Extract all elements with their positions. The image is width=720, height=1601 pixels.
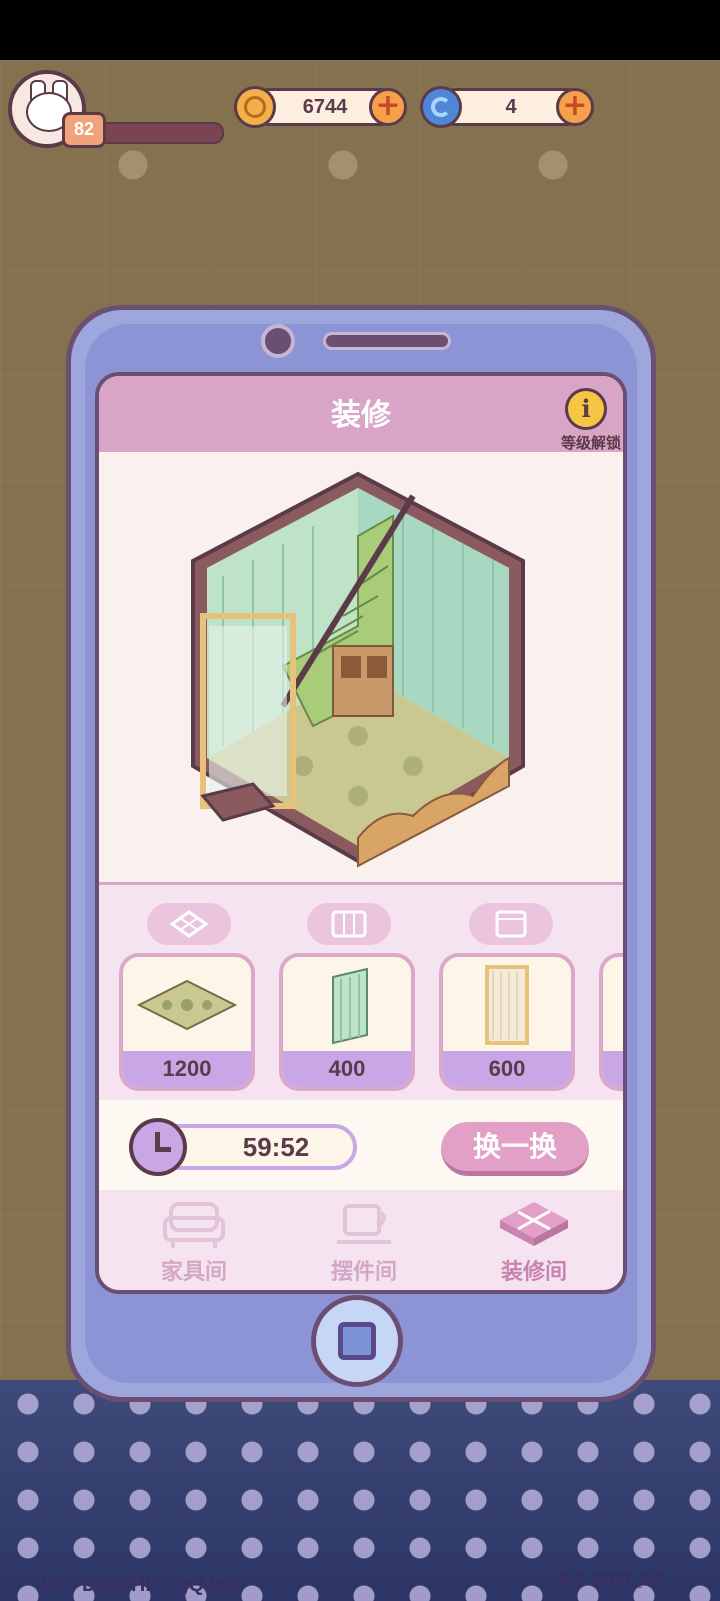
speaker-icon: [323, 332, 451, 350]
square-icon: [338, 1322, 376, 1360]
xp-bar: [96, 122, 224, 144]
version-label: V.1.60.0_52: [557, 1568, 664, 1590]
item-price: 1200: [123, 1051, 251, 1087]
room-tabs: 家具间 摆件间 装修间: [99, 1190, 623, 1290]
status-bar: [0, 0, 720, 60]
panel-title: 装修: [331, 398, 391, 433]
wall-category-icon[interactable]: [307, 903, 391, 945]
floor-tile-icon: [500, 1202, 568, 1246]
room-preview: [191, 471, 525, 868]
add-gems-button[interactable]: +: [556, 88, 594, 126]
refresh-row: 59:52 换一换: [99, 1100, 623, 1190]
tab-label: 摆件间: [330, 1260, 397, 1285]
home-button[interactable]: [311, 1295, 403, 1387]
cup-icon: [337, 1204, 391, 1244]
tab-furniture[interactable]: 家具间: [119, 1190, 269, 1290]
info-icon[interactable]: i: [565, 388, 607, 430]
camera-icon: [261, 324, 295, 358]
floor-category-icon[interactable]: [147, 903, 231, 945]
renovation-phone-panel: 装修 i 等级解锁 1200 400 600 59:52 换一换 家具间 摆件间…: [66, 305, 656, 1402]
curtain-icon: [485, 965, 529, 1045]
tab-ornaments[interactable]: 摆件间: [289, 1190, 439, 1290]
player-id: ID：DQWHD...gQJpK: [42, 1574, 242, 1596]
tab-label: 装修间: [500, 1260, 567, 1285]
curtain-category-icon[interactable]: [469, 903, 553, 945]
gem-icon: [420, 86, 462, 128]
item-card-partial[interactable]: [599, 953, 623, 1091]
coin-icon: [234, 86, 276, 128]
wallpaper-icon: [332, 967, 368, 1045]
add-coins-button[interactable]: +: [369, 88, 407, 126]
sofa-icon: [163, 1202, 225, 1248]
item-card-floor-tile[interactable]: 1200: [119, 953, 255, 1091]
level-badge: 82: [62, 112, 106, 148]
timer-value: 59:52: [242, 1132, 310, 1162]
tab-renovation[interactable]: 装修间: [459, 1190, 609, 1290]
item-card-wallpaper[interactable]: 400: [279, 953, 415, 1091]
item-shelf: 1200 400 600: [99, 882, 623, 1103]
refresh-button[interactable]: 换一换: [441, 1122, 589, 1176]
panel-header: 装修 i 等级解锁: [99, 376, 623, 452]
item-price: 600: [443, 1051, 571, 1087]
floor-tile-icon: [136, 979, 238, 1031]
tab-label: 家具间: [160, 1260, 227, 1285]
phone-screen: 装修 i 等级解锁 1200 400 600 59:52 换一换 家具间 摆件间…: [95, 372, 627, 1294]
item-price: 400: [283, 1051, 411, 1087]
item-card-curtain[interactable]: 600: [439, 953, 575, 1091]
clock-icon: [129, 1118, 187, 1176]
level-unlock-label: 等级解锁: [560, 434, 621, 452]
